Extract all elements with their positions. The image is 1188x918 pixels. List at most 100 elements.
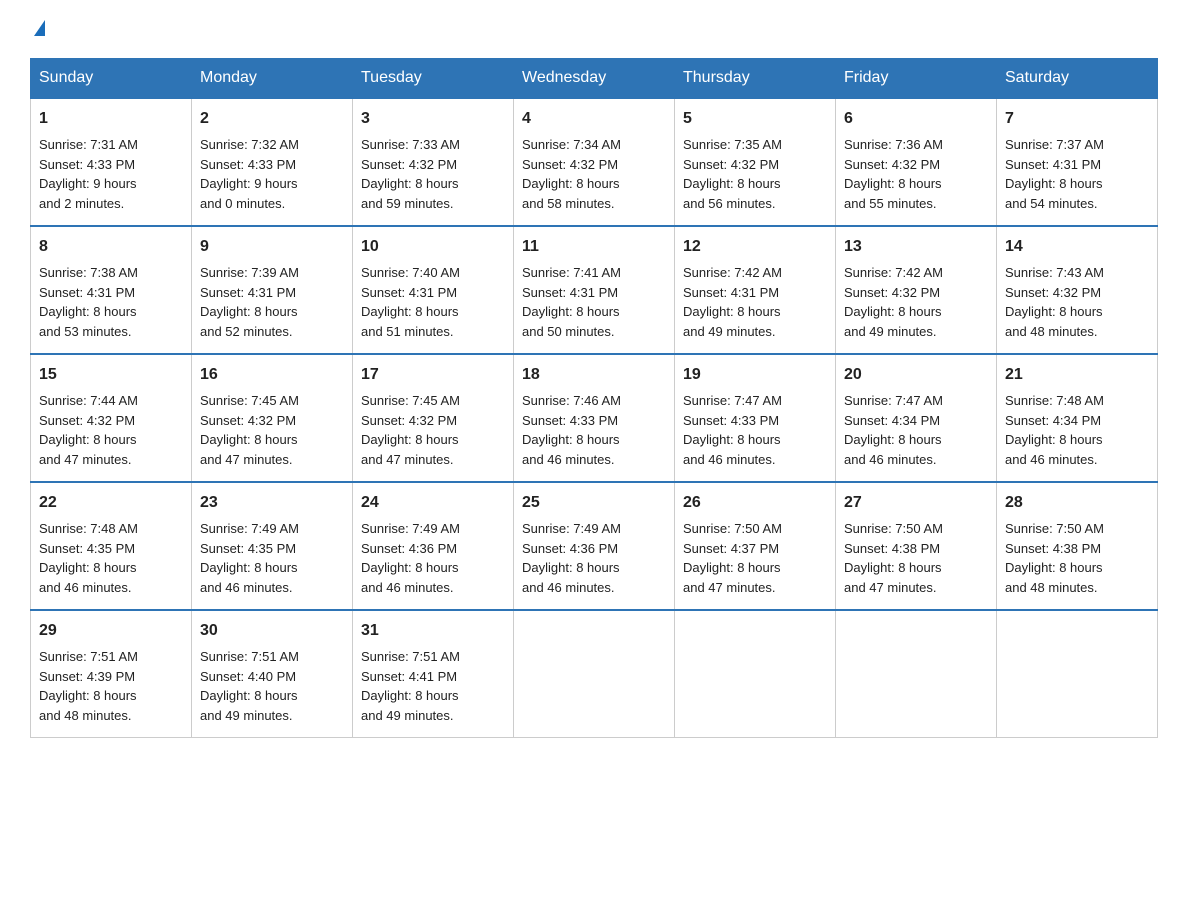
day-info: Sunrise: 7:47 AMSunset: 4:33 PMDaylight:… bbox=[683, 391, 827, 469]
day-number: 30 bbox=[200, 619, 344, 643]
column-header-wednesday: Wednesday bbox=[514, 59, 675, 99]
day-number: 13 bbox=[844, 235, 988, 259]
day-info: Sunrise: 7:45 AMSunset: 4:32 PMDaylight:… bbox=[361, 391, 505, 469]
page-header bbox=[30, 20, 1158, 38]
calendar-day-cell: 29 Sunrise: 7:51 AMSunset: 4:39 PMDaylig… bbox=[31, 610, 192, 738]
calendar-day-cell: 11 Sunrise: 7:41 AMSunset: 4:31 PMDaylig… bbox=[514, 226, 675, 354]
calendar-day-cell: 2 Sunrise: 7:32 AMSunset: 4:33 PMDayligh… bbox=[192, 98, 353, 226]
calendar-day-cell: 14 Sunrise: 7:43 AMSunset: 4:32 PMDaylig… bbox=[997, 226, 1158, 354]
day-number: 20 bbox=[844, 363, 988, 387]
day-info: Sunrise: 7:38 AMSunset: 4:31 PMDaylight:… bbox=[39, 263, 183, 341]
day-info: Sunrise: 7:49 AMSunset: 4:35 PMDaylight:… bbox=[200, 519, 344, 597]
calendar-day-cell: 4 Sunrise: 7:34 AMSunset: 4:32 PMDayligh… bbox=[514, 98, 675, 226]
calendar-table: SundayMondayTuesdayWednesdayThursdayFrid… bbox=[30, 58, 1158, 738]
day-number: 9 bbox=[200, 235, 344, 259]
day-number: 11 bbox=[522, 235, 666, 259]
day-info: Sunrise: 7:50 AMSunset: 4:38 PMDaylight:… bbox=[1005, 519, 1149, 597]
day-number: 23 bbox=[200, 491, 344, 515]
column-header-monday: Monday bbox=[192, 59, 353, 99]
calendar-day-cell: 21 Sunrise: 7:48 AMSunset: 4:34 PMDaylig… bbox=[997, 354, 1158, 482]
day-number: 10 bbox=[361, 235, 505, 259]
day-number: 27 bbox=[844, 491, 988, 515]
calendar-week-row: 22 Sunrise: 7:48 AMSunset: 4:35 PMDaylig… bbox=[31, 482, 1158, 610]
column-header-sunday: Sunday bbox=[31, 59, 192, 99]
day-number: 18 bbox=[522, 363, 666, 387]
calendar-day-cell: 23 Sunrise: 7:49 AMSunset: 4:35 PMDaylig… bbox=[192, 482, 353, 610]
day-info: Sunrise: 7:51 AMSunset: 4:41 PMDaylight:… bbox=[361, 647, 505, 725]
calendar-day-cell: 12 Sunrise: 7:42 AMSunset: 4:31 PMDaylig… bbox=[675, 226, 836, 354]
calendar-day-cell: 18 Sunrise: 7:46 AMSunset: 4:33 PMDaylig… bbox=[514, 354, 675, 482]
calendar-day-cell: 20 Sunrise: 7:47 AMSunset: 4:34 PMDaylig… bbox=[836, 354, 997, 482]
calendar-day-cell: 1 Sunrise: 7:31 AMSunset: 4:33 PMDayligh… bbox=[31, 98, 192, 226]
day-number: 31 bbox=[361, 619, 505, 643]
day-info: Sunrise: 7:41 AMSunset: 4:31 PMDaylight:… bbox=[522, 263, 666, 341]
day-number: 1 bbox=[39, 107, 183, 131]
day-number: 14 bbox=[1005, 235, 1149, 259]
day-info: Sunrise: 7:46 AMSunset: 4:33 PMDaylight:… bbox=[522, 391, 666, 469]
calendar-day-cell bbox=[675, 610, 836, 738]
calendar-day-cell bbox=[997, 610, 1158, 738]
calendar-day-cell: 28 Sunrise: 7:50 AMSunset: 4:38 PMDaylig… bbox=[997, 482, 1158, 610]
day-number: 28 bbox=[1005, 491, 1149, 515]
day-number: 5 bbox=[683, 107, 827, 131]
column-header-tuesday: Tuesday bbox=[353, 59, 514, 99]
calendar-day-cell bbox=[514, 610, 675, 738]
calendar-day-cell: 6 Sunrise: 7:36 AMSunset: 4:32 PMDayligh… bbox=[836, 98, 997, 226]
day-number: 2 bbox=[200, 107, 344, 131]
logo bbox=[30, 20, 45, 38]
day-number: 29 bbox=[39, 619, 183, 643]
day-info: Sunrise: 7:33 AMSunset: 4:32 PMDaylight:… bbox=[361, 135, 505, 213]
day-number: 3 bbox=[361, 107, 505, 131]
day-number: 6 bbox=[844, 107, 988, 131]
day-number: 19 bbox=[683, 363, 827, 387]
day-info: Sunrise: 7:49 AMSunset: 4:36 PMDaylight:… bbox=[522, 519, 666, 597]
day-number: 26 bbox=[683, 491, 827, 515]
calendar-day-cell: 5 Sunrise: 7:35 AMSunset: 4:32 PMDayligh… bbox=[675, 98, 836, 226]
day-info: Sunrise: 7:37 AMSunset: 4:31 PMDaylight:… bbox=[1005, 135, 1149, 213]
day-number: 16 bbox=[200, 363, 344, 387]
day-info: Sunrise: 7:48 AMSunset: 4:35 PMDaylight:… bbox=[39, 519, 183, 597]
day-info: Sunrise: 7:36 AMSunset: 4:32 PMDaylight:… bbox=[844, 135, 988, 213]
calendar-week-row: 29 Sunrise: 7:51 AMSunset: 4:39 PMDaylig… bbox=[31, 610, 1158, 738]
calendar-day-cell: 10 Sunrise: 7:40 AMSunset: 4:31 PMDaylig… bbox=[353, 226, 514, 354]
day-info: Sunrise: 7:35 AMSunset: 4:32 PMDaylight:… bbox=[683, 135, 827, 213]
calendar-day-cell: 3 Sunrise: 7:33 AMSunset: 4:32 PMDayligh… bbox=[353, 98, 514, 226]
logo-triangle-icon bbox=[34, 20, 45, 36]
day-number: 8 bbox=[39, 235, 183, 259]
day-info: Sunrise: 7:39 AMSunset: 4:31 PMDaylight:… bbox=[200, 263, 344, 341]
day-info: Sunrise: 7:42 AMSunset: 4:31 PMDaylight:… bbox=[683, 263, 827, 341]
day-info: Sunrise: 7:32 AMSunset: 4:33 PMDaylight:… bbox=[200, 135, 344, 213]
calendar-day-cell: 27 Sunrise: 7:50 AMSunset: 4:38 PMDaylig… bbox=[836, 482, 997, 610]
calendar-day-cell: 22 Sunrise: 7:48 AMSunset: 4:35 PMDaylig… bbox=[31, 482, 192, 610]
calendar-week-row: 8 Sunrise: 7:38 AMSunset: 4:31 PMDayligh… bbox=[31, 226, 1158, 354]
day-info: Sunrise: 7:49 AMSunset: 4:36 PMDaylight:… bbox=[361, 519, 505, 597]
day-number: 17 bbox=[361, 363, 505, 387]
day-number: 22 bbox=[39, 491, 183, 515]
day-info: Sunrise: 7:34 AMSunset: 4:32 PMDaylight:… bbox=[522, 135, 666, 213]
day-info: Sunrise: 7:50 AMSunset: 4:37 PMDaylight:… bbox=[683, 519, 827, 597]
column-header-friday: Friday bbox=[836, 59, 997, 99]
day-number: 25 bbox=[522, 491, 666, 515]
calendar-day-cell bbox=[836, 610, 997, 738]
column-header-thursday: Thursday bbox=[675, 59, 836, 99]
day-number: 21 bbox=[1005, 363, 1149, 387]
calendar-day-cell: 17 Sunrise: 7:45 AMSunset: 4:32 PMDaylig… bbox=[353, 354, 514, 482]
day-number: 24 bbox=[361, 491, 505, 515]
calendar-day-cell: 24 Sunrise: 7:49 AMSunset: 4:36 PMDaylig… bbox=[353, 482, 514, 610]
calendar-day-cell: 19 Sunrise: 7:47 AMSunset: 4:33 PMDaylig… bbox=[675, 354, 836, 482]
day-info: Sunrise: 7:47 AMSunset: 4:34 PMDaylight:… bbox=[844, 391, 988, 469]
calendar-day-cell: 9 Sunrise: 7:39 AMSunset: 4:31 PMDayligh… bbox=[192, 226, 353, 354]
calendar-header-row: SundayMondayTuesdayWednesdayThursdayFrid… bbox=[31, 59, 1158, 99]
calendar-day-cell: 31 Sunrise: 7:51 AMSunset: 4:41 PMDaylig… bbox=[353, 610, 514, 738]
calendar-week-row: 15 Sunrise: 7:44 AMSunset: 4:32 PMDaylig… bbox=[31, 354, 1158, 482]
calendar-day-cell: 16 Sunrise: 7:45 AMSunset: 4:32 PMDaylig… bbox=[192, 354, 353, 482]
day-info: Sunrise: 7:51 AMSunset: 4:40 PMDaylight:… bbox=[200, 647, 344, 725]
day-info: Sunrise: 7:48 AMSunset: 4:34 PMDaylight:… bbox=[1005, 391, 1149, 469]
day-info: Sunrise: 7:45 AMSunset: 4:32 PMDaylight:… bbox=[200, 391, 344, 469]
calendar-week-row: 1 Sunrise: 7:31 AMSunset: 4:33 PMDayligh… bbox=[31, 98, 1158, 226]
calendar-day-cell: 26 Sunrise: 7:50 AMSunset: 4:37 PMDaylig… bbox=[675, 482, 836, 610]
day-number: 7 bbox=[1005, 107, 1149, 131]
calendar-day-cell: 25 Sunrise: 7:49 AMSunset: 4:36 PMDaylig… bbox=[514, 482, 675, 610]
calendar-day-cell: 7 Sunrise: 7:37 AMSunset: 4:31 PMDayligh… bbox=[997, 98, 1158, 226]
day-info: Sunrise: 7:40 AMSunset: 4:31 PMDaylight:… bbox=[361, 263, 505, 341]
